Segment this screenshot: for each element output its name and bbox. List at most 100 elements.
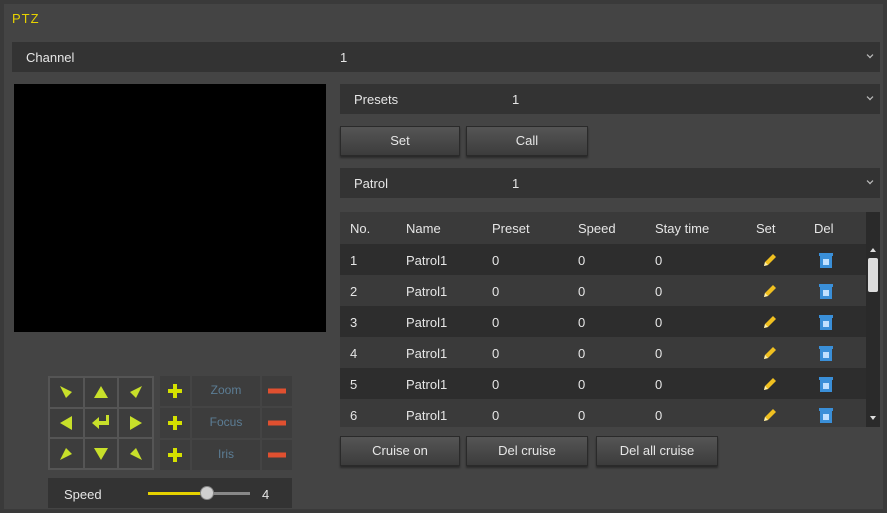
iris-label: Iris bbox=[192, 440, 260, 470]
channel-value: 1 bbox=[340, 50, 348, 65]
video-preview bbox=[14, 84, 326, 332]
table-row[interactable]: 1 Patrol1 0 0 0 bbox=[340, 244, 866, 275]
arrow-down-right-icon bbox=[129, 447, 142, 460]
zoom-out-button[interactable] bbox=[262, 376, 292, 406]
plus-icon bbox=[168, 416, 182, 430]
delete-trash-icon[interactable] bbox=[818, 251, 834, 272]
pan-left-button[interactable] bbox=[50, 408, 83, 438]
zoom-label: Zoom bbox=[192, 376, 260, 406]
iris-close-button[interactable] bbox=[262, 440, 292, 470]
delete-trash-icon[interactable] bbox=[818, 344, 834, 365]
scroll-down-arrow-icon[interactable] bbox=[870, 416, 876, 420]
channel-select[interactable]: Channel 1 bbox=[12, 42, 880, 72]
row-no: 2 bbox=[350, 284, 358, 299]
row-speed: 0 bbox=[578, 315, 586, 330]
page-title: PTZ bbox=[12, 11, 40, 26]
row-preset: 0 bbox=[492, 284, 500, 299]
iris-open-button[interactable] bbox=[160, 440, 190, 470]
arrow-up-right-icon bbox=[129, 386, 142, 399]
row-no: 4 bbox=[350, 346, 358, 361]
pan-down-left-button[interactable] bbox=[50, 439, 83, 468]
row-stay-time: 0 bbox=[655, 253, 663, 268]
header-no: No. bbox=[350, 221, 371, 236]
minus-icon bbox=[268, 452, 286, 458]
del-all-cruise-button[interactable]: Del all cruise bbox=[596, 436, 718, 466]
del-cruise-button[interactable]: Del cruise bbox=[466, 436, 588, 466]
row-no: 3 bbox=[350, 315, 358, 330]
edit-pencil-icon[interactable] bbox=[761, 282, 779, 303]
presets-select[interactable]: Presets 1 bbox=[340, 84, 880, 114]
speed-value: 4 bbox=[262, 487, 270, 502]
pan-right-button[interactable] bbox=[119, 408, 152, 438]
tilt-up-button[interactable] bbox=[84, 378, 118, 407]
scroll-thumb[interactable] bbox=[868, 258, 878, 292]
table-row[interactable]: 6 Patrol1 0 0 0 bbox=[340, 399, 866, 427]
arrow-up-icon bbox=[93, 386, 108, 399]
edit-pencil-icon[interactable] bbox=[761, 251, 779, 272]
row-speed: 0 bbox=[578, 377, 586, 392]
minus-icon bbox=[268, 388, 286, 394]
delete-trash-icon[interactable] bbox=[818, 313, 834, 334]
row-name: Patrol1 bbox=[406, 284, 448, 299]
focus-out-button[interactable] bbox=[262, 408, 292, 438]
row-preset: 0 bbox=[492, 315, 500, 330]
row-speed: 0 bbox=[578, 346, 586, 361]
zoom-in-button[interactable] bbox=[160, 376, 190, 406]
row-stay-time: 0 bbox=[655, 408, 663, 423]
delete-trash-icon[interactable] bbox=[818, 375, 834, 396]
table-scrollbar[interactable] bbox=[866, 212, 880, 427]
arrow-right-icon bbox=[129, 415, 142, 430]
presets-value: 1 bbox=[512, 92, 520, 107]
focus-in-button[interactable] bbox=[160, 408, 190, 438]
row-preset: 0 bbox=[492, 253, 500, 268]
row-preset: 0 bbox=[492, 346, 500, 361]
table-row[interactable]: 2 Patrol1 0 0 0 bbox=[340, 275, 866, 306]
presets-label: Presets bbox=[354, 92, 399, 107]
preset-set-button[interactable]: Set bbox=[340, 126, 460, 156]
header-stay-time: Stay time bbox=[655, 221, 710, 236]
table-row[interactable]: 4 Patrol1 0 0 0 bbox=[340, 337, 866, 368]
zoom-row: Zoom bbox=[160, 376, 292, 406]
arrow-down-icon bbox=[93, 447, 108, 460]
header-speed: Speed bbox=[578, 221, 616, 236]
table-header: No. Name Preset Speed Stay time Set Del bbox=[340, 212, 866, 244]
table-row[interactable]: 5 Patrol1 0 0 0 bbox=[340, 368, 866, 399]
arrow-up-left-icon bbox=[60, 386, 73, 399]
row-speed: 0 bbox=[578, 284, 586, 299]
pan-down-right-button[interactable] bbox=[119, 439, 152, 468]
row-speed: 0 bbox=[578, 408, 586, 423]
row-name: Patrol1 bbox=[406, 377, 448, 392]
header-set: Set bbox=[756, 221, 776, 236]
focus-row: Focus bbox=[160, 408, 292, 438]
delete-trash-icon[interactable] bbox=[818, 282, 834, 303]
patrol-select[interactable]: Patrol 1 bbox=[340, 168, 880, 198]
delete-trash-icon[interactable] bbox=[818, 406, 834, 427]
scroll-up-arrow-icon[interactable] bbox=[870, 248, 876, 252]
row-preset: 0 bbox=[492, 377, 500, 392]
row-no: 1 bbox=[350, 253, 358, 268]
speed-slider-handle[interactable] bbox=[200, 486, 214, 500]
center-enter-button[interactable] bbox=[84, 408, 118, 438]
plus-icon bbox=[168, 384, 182, 398]
header-del: Del bbox=[814, 221, 834, 236]
arrow-down-left-icon bbox=[60, 447, 73, 460]
preset-call-button[interactable]: Call bbox=[466, 126, 588, 156]
patrol-table: No. Name Preset Speed Stay time Set Del … bbox=[340, 212, 880, 427]
cruise-on-button[interactable]: Cruise on bbox=[340, 436, 460, 466]
edit-pencil-icon[interactable] bbox=[761, 313, 779, 334]
edit-pencil-icon[interactable] bbox=[761, 344, 779, 365]
ptz-direction-pad bbox=[48, 376, 154, 470]
speed-control: Speed 4 bbox=[48, 478, 292, 508]
pan-up-right-button[interactable] bbox=[119, 378, 152, 407]
row-stay-time: 0 bbox=[655, 346, 663, 361]
ptz-window: PTZ Channel 1 Zoom Focus Iris Speed 4 Pr… bbox=[4, 4, 883, 509]
tilt-down-button[interactable] bbox=[84, 439, 118, 468]
pan-up-left-button[interactable] bbox=[50, 378, 83, 407]
patrol-label: Patrol bbox=[354, 176, 388, 191]
table-row[interactable]: 3 Patrol1 0 0 0 bbox=[340, 306, 866, 337]
edit-pencil-icon[interactable] bbox=[761, 375, 779, 396]
edit-pencil-icon[interactable] bbox=[761, 406, 779, 427]
row-name: Patrol1 bbox=[406, 253, 448, 268]
row-name: Patrol1 bbox=[406, 315, 448, 330]
chevron-down-icon bbox=[866, 93, 874, 101]
